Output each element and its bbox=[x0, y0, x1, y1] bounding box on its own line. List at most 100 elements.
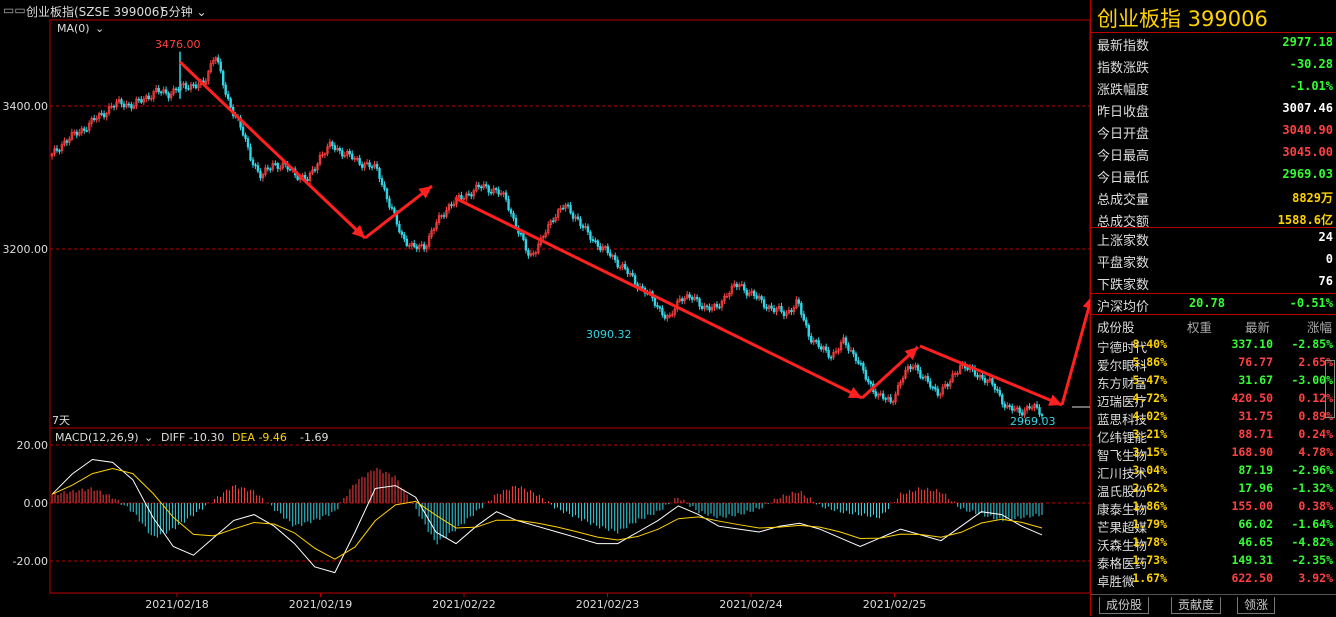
candle-body bbox=[390, 206, 394, 209]
chevron-down-icon[interactable]: ⌄ bbox=[95, 22, 104, 35]
candle-body bbox=[653, 297, 657, 306]
candle-body bbox=[467, 193, 471, 196]
stock-row[interactable]: 沃森生物 1.78% 46.65 -4.82% bbox=[1091, 533, 1336, 553]
candle-body bbox=[58, 150, 61, 152]
candle-body bbox=[770, 305, 773, 309]
ma-label[interactable]: MA(0) bbox=[57, 22, 90, 35]
candle-body bbox=[700, 305, 704, 310]
trend-arrow-head bbox=[1082, 298, 1090, 309]
candle-body bbox=[112, 105, 116, 108]
candle-body bbox=[388, 198, 391, 208]
stock-change: 3.92% bbox=[1298, 571, 1333, 585]
candle-body bbox=[981, 374, 984, 379]
chevron-down-icon[interactable]: ⌄ bbox=[144, 431, 153, 444]
stock-weight: 3.15% bbox=[1132, 445, 1167, 459]
candle-body bbox=[164, 89, 168, 94]
candle-body bbox=[251, 159, 255, 166]
stock-row[interactable]: 智飞生物 3.15% 168.90 4.78% bbox=[1091, 443, 1336, 463]
tab-contribution[interactable]: 贡献度 bbox=[1171, 597, 1222, 614]
candle-body bbox=[983, 378, 987, 383]
candle-body bbox=[177, 89, 180, 91]
kline-chart[interactable]: MA(0) ⌄ 3400.00 3200.00 7天 3476.00 3090.… bbox=[0, 0, 1090, 616]
stock-row[interactable]: 蓝思科技 4.02% 31.75 0.89% bbox=[1091, 407, 1336, 427]
trend-arrow-line bbox=[454, 196, 863, 400]
hs-avg-change: -0.51% bbox=[1289, 296, 1333, 310]
stock-row[interactable]: 迈瑞医疗 4.72% 420.50 0.12% bbox=[1091, 389, 1336, 409]
candle-body bbox=[859, 362, 863, 365]
stat-label: 今日最低 bbox=[1097, 171, 1150, 186]
date-tick: 2021/02/23 bbox=[576, 598, 639, 611]
candle-body bbox=[765, 306, 768, 309]
hs-avg-row: 沪深均价 20.78 -0.51% bbox=[1091, 293, 1336, 315]
candle-body bbox=[552, 220, 555, 223]
candle-body bbox=[633, 275, 637, 285]
stock-row[interactable]: 宁德时代 8.40% 337.10 -2.85% bbox=[1091, 335, 1336, 355]
candle-body bbox=[380, 178, 384, 185]
candle-body bbox=[743, 284, 746, 291]
stock-price: 17.96 bbox=[1238, 481, 1273, 495]
candle-body bbox=[147, 95, 150, 99]
stat-row: 今日最低 2969.03 bbox=[1091, 164, 1336, 186]
macd-title[interactable]: MACD(12,26,9) bbox=[55, 431, 139, 444]
col-header-weight[interactable]: 权重 bbox=[1187, 317, 1212, 336]
candle-body bbox=[504, 192, 508, 200]
stock-row[interactable]: 泰格医药 1.73% 149.31 -2.35% bbox=[1091, 551, 1336, 571]
candle-body bbox=[993, 384, 997, 390]
candle-body bbox=[333, 145, 337, 150]
stock-row[interactable]: 亿纬锂能 3.21% 88.71 0.24% bbox=[1091, 425, 1336, 445]
breadth-row: 上涨家数 24 bbox=[1091, 227, 1336, 249]
stat-label: 总成交量 bbox=[1097, 193, 1150, 208]
candle-body bbox=[698, 298, 701, 307]
macd-dea: DEA -9.46 bbox=[232, 431, 287, 444]
candle-body bbox=[370, 166, 374, 169]
candle-body bbox=[450, 204, 453, 206]
candle-body bbox=[256, 165, 260, 172]
stock-weight: 1.79% bbox=[1132, 517, 1167, 531]
candle-body bbox=[819, 346, 823, 350]
candle-body bbox=[393, 208, 396, 214]
stat-label: 最新指数 bbox=[1097, 39, 1150, 54]
candle-body bbox=[276, 163, 279, 169]
col-header-price[interactable]: 最新 bbox=[1245, 317, 1270, 336]
breadth-label: 上涨家数 bbox=[1097, 234, 1150, 249]
stock-price: 87.19 bbox=[1238, 463, 1273, 477]
candle-body bbox=[1020, 412, 1024, 416]
candle-body bbox=[797, 299, 801, 304]
trend-arrow-line bbox=[919, 344, 1063, 407]
candle-body bbox=[224, 84, 227, 95]
stock-row[interactable]: 温氏股份 2.62% 17.96 -1.32% bbox=[1091, 479, 1336, 499]
tab-constituents[interactable]: 成份股 bbox=[1099, 597, 1150, 614]
tab-leaders[interactable]: 领涨 bbox=[1237, 597, 1276, 614]
stock-row[interactable]: 爱尔眼科 5.86% 76.77 2.65% bbox=[1091, 353, 1336, 373]
col-header-name[interactable]: 成份股 bbox=[1097, 317, 1135, 336]
stock-row[interactable]: 芒果超媒 1.79% 66.02 -1.64% bbox=[1091, 515, 1336, 535]
candle-body bbox=[946, 384, 949, 387]
stock-row[interactable]: 东方财富 5.47% 31.67 -3.00% bbox=[1091, 371, 1336, 391]
candle-body bbox=[244, 134, 247, 139]
stat-label: 今日开盘 bbox=[1097, 127, 1150, 142]
stock-change: -2.35% bbox=[1291, 553, 1333, 567]
candle-body bbox=[616, 259, 619, 268]
scrollbar[interactable] bbox=[1325, 360, 1335, 418]
date-tick: 2021/02/18 bbox=[145, 598, 208, 611]
stock-row[interactable]: 卓胜微 1.67% 622.50 3.92% bbox=[1091, 569, 1336, 589]
candle-body bbox=[512, 213, 515, 219]
candle-body bbox=[226, 94, 230, 100]
stock-row[interactable]: 康泰生物 1.86% 155.00 0.38% bbox=[1091, 497, 1336, 517]
candle-body bbox=[400, 231, 404, 235]
macd-histogram bbox=[51, 467, 1043, 545]
candle-body bbox=[755, 295, 758, 299]
candle-body bbox=[857, 360, 860, 364]
candle-body bbox=[829, 356, 833, 359]
col-header-change[interactable]: 涨幅 bbox=[1307, 317, 1332, 336]
stock-weight: 1.86% bbox=[1132, 499, 1167, 513]
candle-body bbox=[815, 340, 818, 342]
stat-label: 涨跌幅度 bbox=[1097, 83, 1150, 98]
stock-row[interactable]: 汇川技术 3.04% 87.19 -2.96% bbox=[1091, 461, 1336, 481]
stock-change: -2.96% bbox=[1291, 463, 1333, 477]
hs-avg-label: 沪深均价 bbox=[1097, 300, 1150, 315]
candle-body bbox=[507, 198, 510, 210]
candle-body bbox=[810, 336, 813, 343]
candle-body bbox=[122, 103, 126, 108]
candle-body bbox=[614, 255, 617, 261]
